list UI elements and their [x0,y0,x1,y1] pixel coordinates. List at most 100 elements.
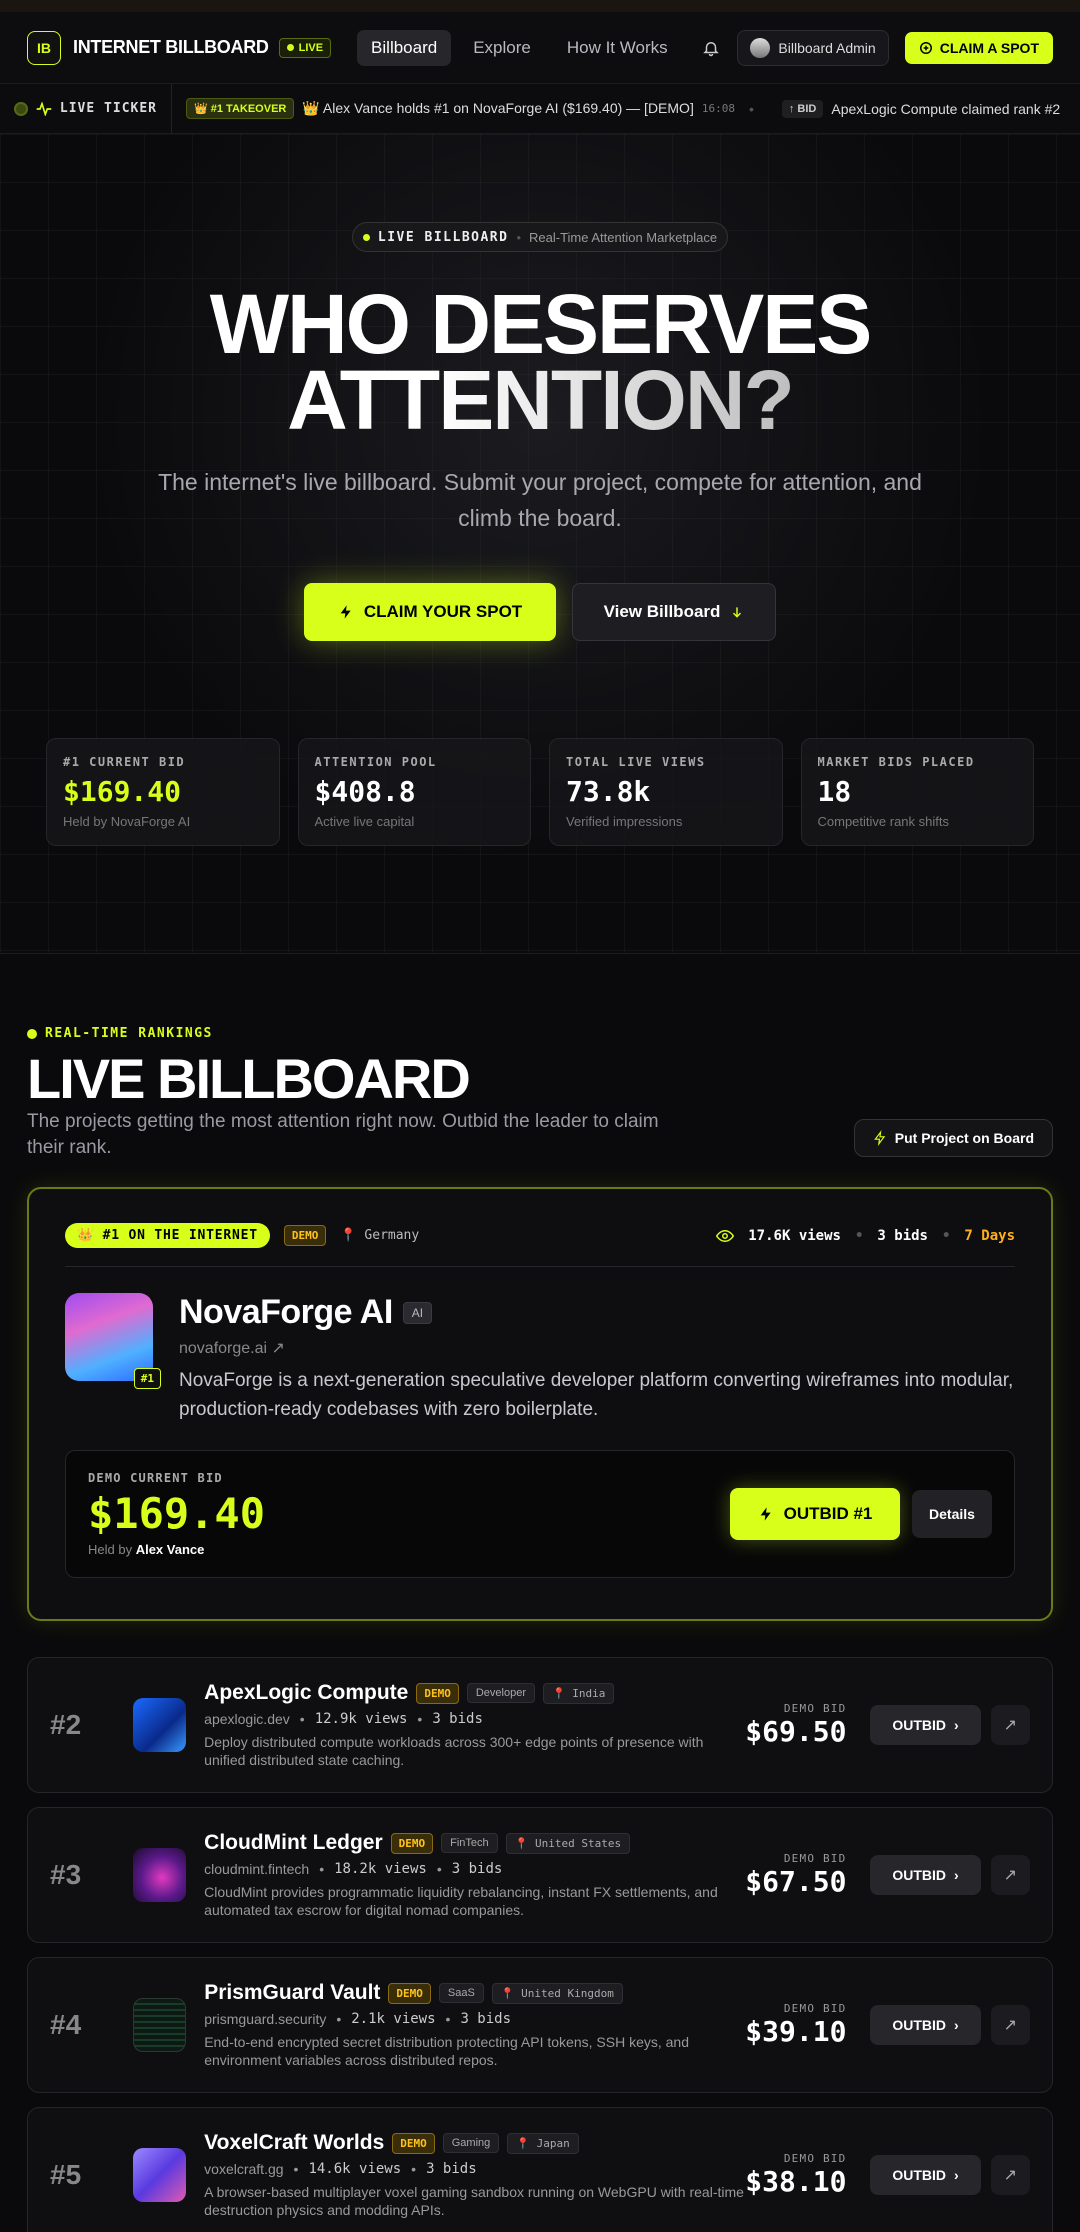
meta-separator: • [411,2161,417,2177]
held-by-name: Alex Vance [135,1542,205,1557]
ticker-label: LIVE TICKER [0,84,172,133]
project-domain[interactable]: prismguard.security [204,2011,326,2027]
bid-value: $69.50 [745,1715,847,1748]
ticker-bid-text: ApexLogic Compute claimed rank #2 [831,100,1061,117]
project-bids: 3 bids [432,1711,483,1727]
leader-held-by: Held by Alex Vance [88,1542,265,1557]
admin-menu-button[interactable]: Billboard Admin [737,29,889,66]
external-link-icon[interactable]: ↗ [990,1705,1030,1745]
outbid-button[interactable]: OUTBID › [870,1855,981,1895]
claim-spot-button[interactable]: CLAIM A SPOT [904,31,1053,64]
claim-your-spot-button[interactable]: CLAIM YOUR SPOT [304,583,556,641]
admin-label: Billboard Admin [778,39,876,56]
live-badge: LIVE [278,37,332,58]
project-bid: DEMO BID $69.50 [745,1702,846,1748]
stat-sub: Competitive rank shifts [817,814,950,829]
stat-sub: Held by NovaForge AI [63,814,191,829]
project-name[interactable]: CloudMint Ledger [204,1831,382,1855]
nav-link-explore[interactable]: Explore [459,30,545,66]
chevron-right-icon: › [954,1867,959,1883]
meta-separator: • [436,1861,442,1877]
live-badge-label: LIVE [298,41,324,54]
hero-section: LIVE BILLBOARD • Real-Time Attention Mar… [0,134,1080,954]
hero-buttons: CLAIM YOUR SPOT View Billboard [0,583,1080,641]
external-link-icon[interactable]: ↗ [990,1855,1030,1895]
top-strip [0,0,1080,12]
leader-name[interactable]: NovaForge AI [179,1293,393,1332]
stat-separator: • [854,1227,864,1244]
leader-bid-info: DEMO CURRENT BID $169.40 Held by Alex Va… [88,1471,265,1557]
project-meta: prismguard.security • 2.1k views • 3 bid… [204,2011,745,2027]
outbid-button[interactable]: OUTBID › [870,2155,981,2195]
outbid-button[interactable]: OUTBID › [870,1705,981,1745]
pill-separator: • [516,229,522,245]
held-by-prefix: Held by [88,1542,133,1557]
ranking-row[interactable]: #5 VoxelCraft Worlds DEMO Gaming 📍 Japan… [27,2107,1053,2232]
external-link-icon[interactable]: ↗ [990,2005,1030,2045]
rank-number: #4 [50,2009,82,2040]
details-button[interactable]: Details [912,1490,992,1538]
view-billboard-button[interactable]: View Billboard [572,583,776,641]
demo-badge: DEMO [392,2132,435,2154]
bid-value: $38.10 [745,2165,847,2198]
pulse-icon [36,101,52,116]
logo[interactable]: IB [27,30,61,65]
chevron-right-icon: › [954,2017,959,2033]
demo-badge: DEMO [283,1225,327,1246]
demo-badge: DEMO [390,1832,434,1854]
leader-card[interactable]: 👑 #1 ON THE INTERNET DEMO 📍 Germany 17.6… [27,1187,1053,1621]
ticker-separator: • [748,100,754,117]
leader-category-tag: AI [402,1301,433,1324]
demo-badge: DEMO [388,1982,431,2004]
hero-pill: LIVE BILLBOARD • Real-Time Attention Mar… [352,222,728,252]
hero-title: WHO DESERVES ATTENTION? [0,282,1080,442]
external-link-icon[interactable]: ↗ [990,2155,1030,2195]
ranking-row[interactable]: #2 ApexLogic Compute DEMO Developer 📍 In… [27,1657,1053,1793]
stat-card: MARKET BIDS PLACED 18 Competitive rank s… [800,738,1034,846]
bell-icon[interactable] [701,38,721,58]
brand-name[interactable]: INTERNET BILLBOARD [73,37,269,58]
rankings-subtitle: The projects getting the most attention … [27,1111,659,1158]
hero-subtitle: The internet's live billboard. Submit yo… [158,469,922,531]
project-title-row: CloudMint Ledger DEMO FinTech 📍 United S… [204,1831,745,1855]
project-domain[interactable]: cloudmint.fintech [204,1861,309,1877]
leader-body: #1 NovaForge AI AI novaforge.ai ↗ NovaFo… [65,1293,1015,1424]
project-title-row: PrismGuard Vault DEMO SaaS 📍 United King… [204,1981,745,2005]
project-name[interactable]: VoxelCraft Worlds [204,2131,384,2155]
put-project-button[interactable]: Put Project on Board [853,1119,1053,1157]
ticker-item-bid[interactable]: ↑ BID ApexLogic Compute claimed rank #2 [781,99,1061,118]
project-bids: 3 bids [451,1861,503,1877]
outbid-leader-button[interactable]: OUTBID #1 [730,1488,900,1540]
leader-domain-link[interactable]: novaforge.ai ↗ [179,1338,1015,1358]
category-chip: Developer [466,1683,535,1703]
category-chip: SaaS [438,1983,484,2003]
project-bids: 3 bids [426,2161,477,2177]
nav-right: Billboard Admin CLAIM A SPOT [701,29,1053,66]
rankings-eyebrow-text: REAL-TIME RANKINGS [45,1026,213,1041]
nav-link-billboard[interactable]: Billboard [357,29,452,66]
project-meta: voxelcraft.gg • 14.6k views • 3 bids [204,2161,745,2177]
bolt-icon [873,1130,886,1146]
project-meta: cloudmint.fintech • 18.2k views • 3 bids [204,1861,745,1877]
ranking-row[interactable]: #3 CloudMint Ledger DEMO FinTech 📍 Unite… [27,1807,1053,1943]
leader-bids: 3 bids [877,1227,928,1244]
outbid-label: OUTBID [892,1717,947,1733]
rankings-title: LIVE BILLBOARD [27,1047,471,1110]
nav-link-how-it-works[interactable]: How It Works [553,30,682,66]
live-ticker: LIVE TICKER 👑 #1 TAKEOVER 👑 Alex Vance h… [0,84,1080,134]
ranking-row[interactable]: #4 PrismGuard Vault DEMO SaaS 📍 United K… [27,1957,1053,2093]
project-name[interactable]: ApexLogic Compute [204,1681,408,1705]
stat-value: $408.8 [314,775,416,808]
project-name[interactable]: PrismGuard Vault [204,1981,380,2005]
hero-pill-sub: Real-Time Attention Marketplace [529,229,718,245]
project-views: 2.1k views [351,2011,436,2027]
ticker-item-takeover[interactable]: 👑 #1 TAKEOVER 👑 Alex Vance holds #1 on N… [186,98,735,119]
project-domain[interactable]: apexlogic.dev [204,1711,290,1727]
project-domain[interactable]: voxelcraft.gg [204,2161,283,2177]
category-chip: Gaming [442,2133,500,2153]
meta-separator: • [336,2011,342,2027]
stat-label: ATTENTION POOL [314,755,437,769]
leader-bid-box: DEMO CURRENT BID $169.40 Held by Alex Va… [65,1450,1015,1578]
outbid-button[interactable]: OUTBID › [870,2005,981,2045]
project-bid: DEMO BID $38.10 [745,2152,846,2198]
